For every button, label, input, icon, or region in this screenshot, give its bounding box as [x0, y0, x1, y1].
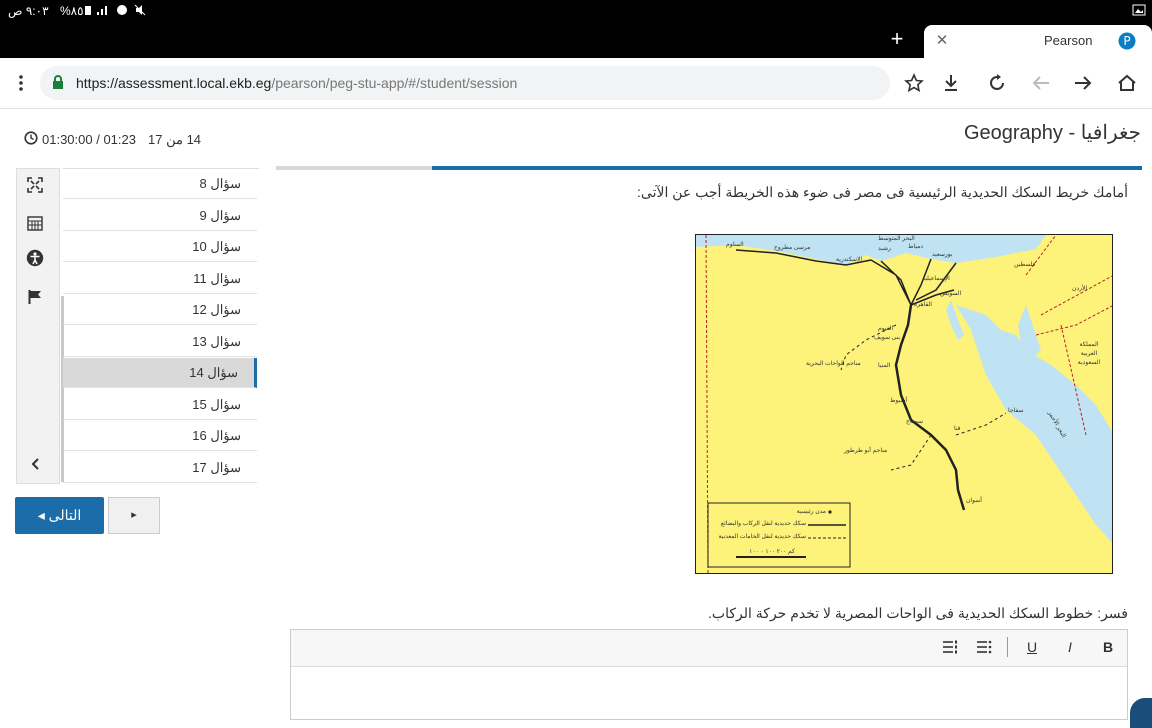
nile-railway — [894, 304, 966, 511]
map-label-matrouh: مرسى مطروح — [774, 245, 811, 251]
legend-mining: سكك حديدية لنقل الخامات المعدنية — [718, 534, 806, 540]
question-item[interactable]: سؤال 16 — [63, 421, 257, 451]
close-tab-icon[interactable]: ✕ — [932, 31, 952, 51]
lock-icon — [52, 75, 64, 95]
timer-icon — [24, 131, 38, 150]
egypt-railway-map: البحر المتوسط السلوم مرسى مطروح الإسكندر… — [695, 234, 1113, 574]
map-label-fayoum: الفيوم — [878, 326, 894, 332]
legend-passenger: سكك حديدية لنقل الركاب والبضائع — [720, 521, 806, 527]
mute-icon — [134, 4, 146, 19]
bookmark-star-icon[interactable] — [899, 68, 929, 98]
question-item[interactable]: سؤال 8 — [63, 169, 257, 199]
map-label-minya: المنيا — [878, 363, 891, 369]
question-prompt: أمامك خريط السكك الحديدية الرئيسية فى مص… — [637, 184, 1128, 200]
question-item[interactable]: سؤال 9 — [63, 201, 257, 231]
back-icon[interactable] — [1026, 68, 1056, 98]
screenshot-icon — [1132, 4, 1146, 19]
map-label-asyut: أسيوط — [890, 398, 908, 404]
map-label-alex: الإسكندرية — [836, 257, 863, 263]
map-label-portsaid: بورسعيد — [932, 252, 953, 258]
map-label-suez: السويس — [940, 291, 962, 297]
fullscreen-icon[interactable] — [27, 177, 43, 198]
reload-icon[interactable] — [982, 68, 1012, 98]
new-tab-button[interactable]: + — [886, 28, 908, 50]
map-label-salloum: السلوم — [726, 242, 744, 248]
map-label-damietta: دمياط — [908, 244, 924, 250]
battery-icon — [84, 5, 92, 19]
question-list: سؤال 8 سؤال 9 سؤال 10 سؤال 11 سؤال 12 سؤ… — [63, 168, 259, 485]
map-label-palestine: فلسطين — [1014, 262, 1036, 268]
map-label-jordan: الأردن — [1072, 286, 1088, 292]
tool-column — [16, 168, 60, 484]
question-item[interactable]: سؤال 17 — [63, 453, 257, 483]
battery-percent: %٨٥ — [60, 4, 84, 18]
question-item[interactable]: سؤال 13 — [63, 327, 257, 357]
forward-icon[interactable] — [1068, 68, 1098, 98]
flag-icon[interactable] — [28, 289, 42, 310]
map-label-saudi: المملكة العربية السعودية — [1077, 342, 1101, 366]
question-item-current[interactable]: سؤال 14 — [63, 358, 257, 388]
progress-fill — [431, 166, 1142, 170]
question-item[interactable]: سؤال 12 — [63, 295, 257, 325]
map-label-sea: البحر المتوسط — [878, 236, 915, 242]
map-label-abutartur: مناجم أبو طرطور — [844, 448, 888, 454]
url-host: https://assessment.local.ekb.eg — [76, 75, 272, 91]
alarm-icon — [116, 4, 128, 19]
map-label-sohag: سوهاج — [906, 419, 923, 425]
svg-text:P: P — [1123, 34, 1130, 48]
help-corner-icon[interactable] — [1130, 698, 1152, 728]
delta-railways — [870, 258, 957, 306]
italic-button[interactable]: I — [1058, 636, 1082, 658]
next-button[interactable]: التالى ◂ — [15, 497, 104, 534]
calendar-icon[interactable] — [27, 215, 43, 236]
question-item[interactable]: سؤال 11 — [63, 264, 257, 294]
browser-tab[interactable]: ✕ Pearson P — [924, 25, 1152, 58]
menu-kebab-icon[interactable] — [6, 68, 36, 98]
abu-tartur-mining-railway — [890, 434, 932, 471]
editor-toolbar — [291, 630, 1127, 667]
url-text: https://assessment.local.ekb.eg/pearson/… — [76, 75, 517, 91]
map-label-ismailia: الإسماعيلية — [922, 276, 950, 282]
download-icon[interactable] — [936, 68, 966, 98]
timer-text: 01:30:00 / 01:23 — [42, 132, 136, 147]
toolbar-divider — [1007, 637, 1008, 657]
url-field[interactable]: https://assessment.local.ekb.eg/pearson/… — [40, 66, 890, 100]
question-sub-prompt: فسر: خطوط السكك الحديدية فى الواحات المص… — [708, 605, 1128, 621]
map-label-qena: قنا — [954, 426, 961, 432]
question-item[interactable]: سؤال 10 — [63, 232, 257, 262]
map-label-aswan: أسوان — [966, 498, 982, 504]
progress-track — [276, 166, 1142, 170]
question-item[interactable]: سؤال 15 — [63, 390, 257, 420]
map-label-safaga: سفاجا — [1008, 408, 1024, 414]
numbered-list-icon[interactable] — [942, 639, 958, 660]
tab-title: Pearson — [1044, 33, 1093, 48]
status-bar: ٩:٠٣ ص %٨٥ — [0, 0, 1152, 22]
status-time: ٩:٠٣ ص — [8, 4, 49, 18]
map-label-benisuef: بنى سويف — [874, 335, 901, 341]
bulleted-list-icon[interactable] — [976, 639, 992, 660]
url-path: /pearson/peg-stu-app/#/student/session — [271, 75, 518, 91]
home-icon[interactable] — [1112, 68, 1142, 98]
map-label-rashid: رشيد — [878, 246, 891, 252]
answer-editor — [290, 629, 1128, 720]
bold-button[interactable]: B — [1096, 636, 1120, 658]
map-label-cairo: القاهرة — [914, 302, 932, 308]
play-button[interactable]: ▸ — [108, 497, 160, 534]
pearson-logo-icon: P — [1118, 32, 1136, 55]
legend-cities: مدن رئيسية — [796, 509, 826, 515]
answer-textarea[interactable] — [291, 667, 1127, 719]
signal-icon — [96, 4, 110, 19]
question-progress: 14 من 17 — [148, 132, 202, 147]
map-label-bahariya: مناجم الواحات البحرية — [806, 361, 861, 367]
accessibility-icon[interactable] — [26, 249, 44, 272]
legend-scale: كم ٢٠٠ ١٠٠ ٠ ١٠٠ — [749, 549, 795, 555]
underline-button[interactable]: U — [1020, 636, 1044, 658]
collapse-panel-icon[interactable] — [30, 457, 40, 473]
page-title: Geography - جغرافيا — [963, 122, 1141, 144]
